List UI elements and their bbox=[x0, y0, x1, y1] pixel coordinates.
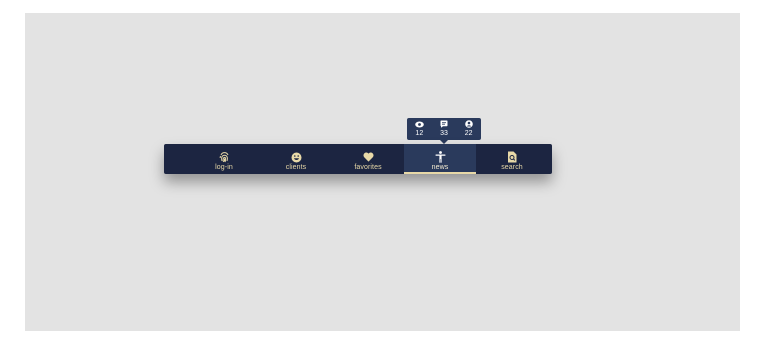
nav-label: log-in bbox=[215, 164, 233, 171]
fingerprint-icon bbox=[219, 151, 230, 163]
users-count: 22 bbox=[464, 130, 473, 137]
eye-icon bbox=[415, 120, 424, 128]
comments-count: 33 bbox=[440, 130, 448, 137]
accessibility-icon bbox=[435, 151, 446, 163]
users-stat: 22 bbox=[459, 120, 479, 138]
smile-icon bbox=[291, 151, 302, 163]
nav-label: news bbox=[431, 164, 449, 171]
nav-item-favorites[interactable]: favorites bbox=[332, 144, 404, 174]
search-file-icon bbox=[507, 151, 517, 163]
nav-label: clients bbox=[285, 164, 307, 171]
views-count: 12 bbox=[415, 130, 424, 137]
comments-stat: 33 bbox=[434, 120, 454, 138]
comment-icon bbox=[440, 120, 448, 128]
views-stat: 12 bbox=[409, 120, 429, 138]
news-stats-tooltip: 12 33 22 bbox=[407, 118, 481, 144]
bottom-navigation-bar: log-in clients favorites news search bbox=[164, 144, 552, 174]
nav-item-clients[interactable]: clients bbox=[260, 144, 332, 174]
nav-item-log-in[interactable]: log-in bbox=[188, 144, 260, 174]
heart-icon bbox=[362, 151, 374, 163]
nav-label: favorites bbox=[354, 164, 382, 171]
nav-item-news[interactable]: news bbox=[404, 144, 476, 174]
nav-label: search bbox=[501, 164, 523, 171]
nav-item-search[interactable]: search bbox=[476, 144, 548, 174]
user-icon bbox=[464, 120, 473, 128]
